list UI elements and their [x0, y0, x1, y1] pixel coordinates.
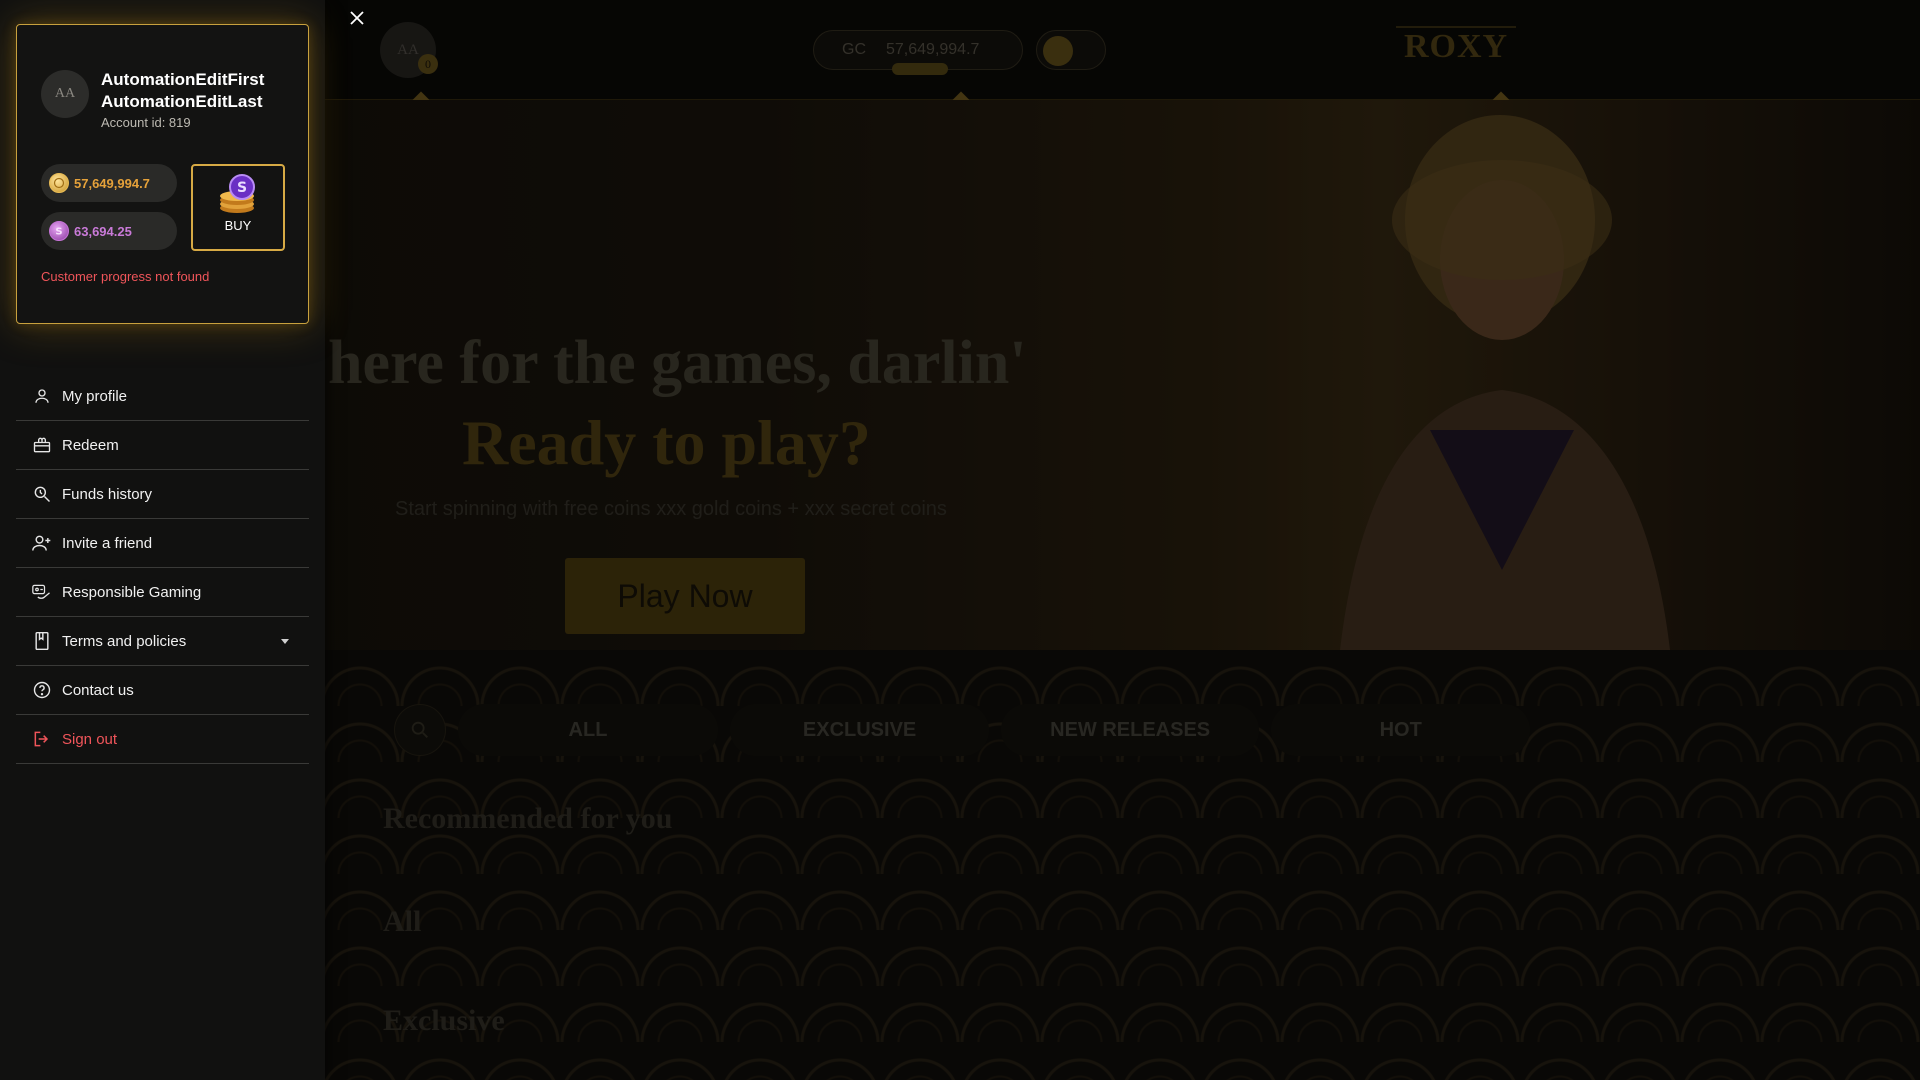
bookmark-icon [30, 629, 54, 653]
menu-item-label: Terms and policies [62, 632, 187, 650]
chevron-down-icon[interactable] [281, 639, 289, 644]
menu-item-funds-history[interactable]: Funds history [16, 470, 309, 519]
menu-item-terms-policies[interactable]: Terms and policies [16, 617, 309, 666]
progress-error-message: Customer progress not found [41, 269, 210, 284]
user-last-name: AutomationEditLast [101, 92, 263, 111]
menu-item-label: Sign out [62, 730, 118, 748]
close-drawer-button[interactable] [343, 4, 371, 32]
gold-coin-balance: 57,649,994.7 [41, 164, 177, 202]
menu-item-responsible-gaming[interactable]: Responsible Gaming [16, 568, 309, 617]
close-icon [350, 11, 364, 25]
sweep-coin-value: 63,694.25 [74, 223, 132, 239]
responsible-gaming-icon [30, 580, 54, 604]
menu-item-my-profile[interactable]: My profile [16, 372, 309, 421]
account-drawer: AA AutomationEditFirst AutomationEditLas… [0, 0, 325, 1080]
menu-item-label: Responsible Gaming [62, 583, 202, 601]
menu-item-label: My profile [62, 387, 128, 405]
account-id: Account id: 819 [101, 115, 191, 130]
svg-text:S: S [237, 180, 247, 196]
menu-item-label: Funds history [62, 485, 153, 503]
buy-button[interactable]: S BUY [191, 164, 285, 251]
sweep-coin-icon: S [49, 221, 69, 241]
menu-item-invite-friend[interactable]: Invite a friend [16, 519, 309, 568]
menu-item-redeem[interactable]: Redeem [16, 421, 309, 470]
user-icon [30, 384, 54, 408]
user-first-name: AutomationEditFirst [101, 70, 265, 89]
drawer-menu: My profile Redeem Funds history Invite a… [16, 372, 309, 764]
profile-card: AA AutomationEditFirst AutomationEditLas… [16, 24, 309, 324]
sweep-coin-balance: S 63,694.25 [41, 212, 177, 250]
coin-stack-icon: S [220, 174, 255, 213]
user-name: AutomationEditFirst AutomationEditLast [101, 69, 301, 113]
menu-item-label: Invite a friend [62, 534, 153, 552]
menu-item-sign-out[interactable]: Sign out [16, 715, 309, 764]
sign-out-icon [30, 727, 54, 751]
history-search-icon [30, 482, 54, 506]
add-user-icon [30, 531, 54, 555]
avatar: AA [41, 70, 89, 118]
menu-item-label: Contact us [62, 681, 134, 699]
gold-coin-value: 57,649,994.7 [74, 175, 150, 191]
gift-icon [30, 433, 54, 457]
gold-coin-icon [49, 173, 69, 193]
menu-item-contact-us[interactable]: Contact us [16, 666, 309, 715]
menu-item-label: Redeem [62, 436, 119, 454]
buy-label: BUY [224, 218, 252, 233]
svg-text:S: S [55, 227, 62, 238]
help-circle-icon [30, 678, 54, 702]
